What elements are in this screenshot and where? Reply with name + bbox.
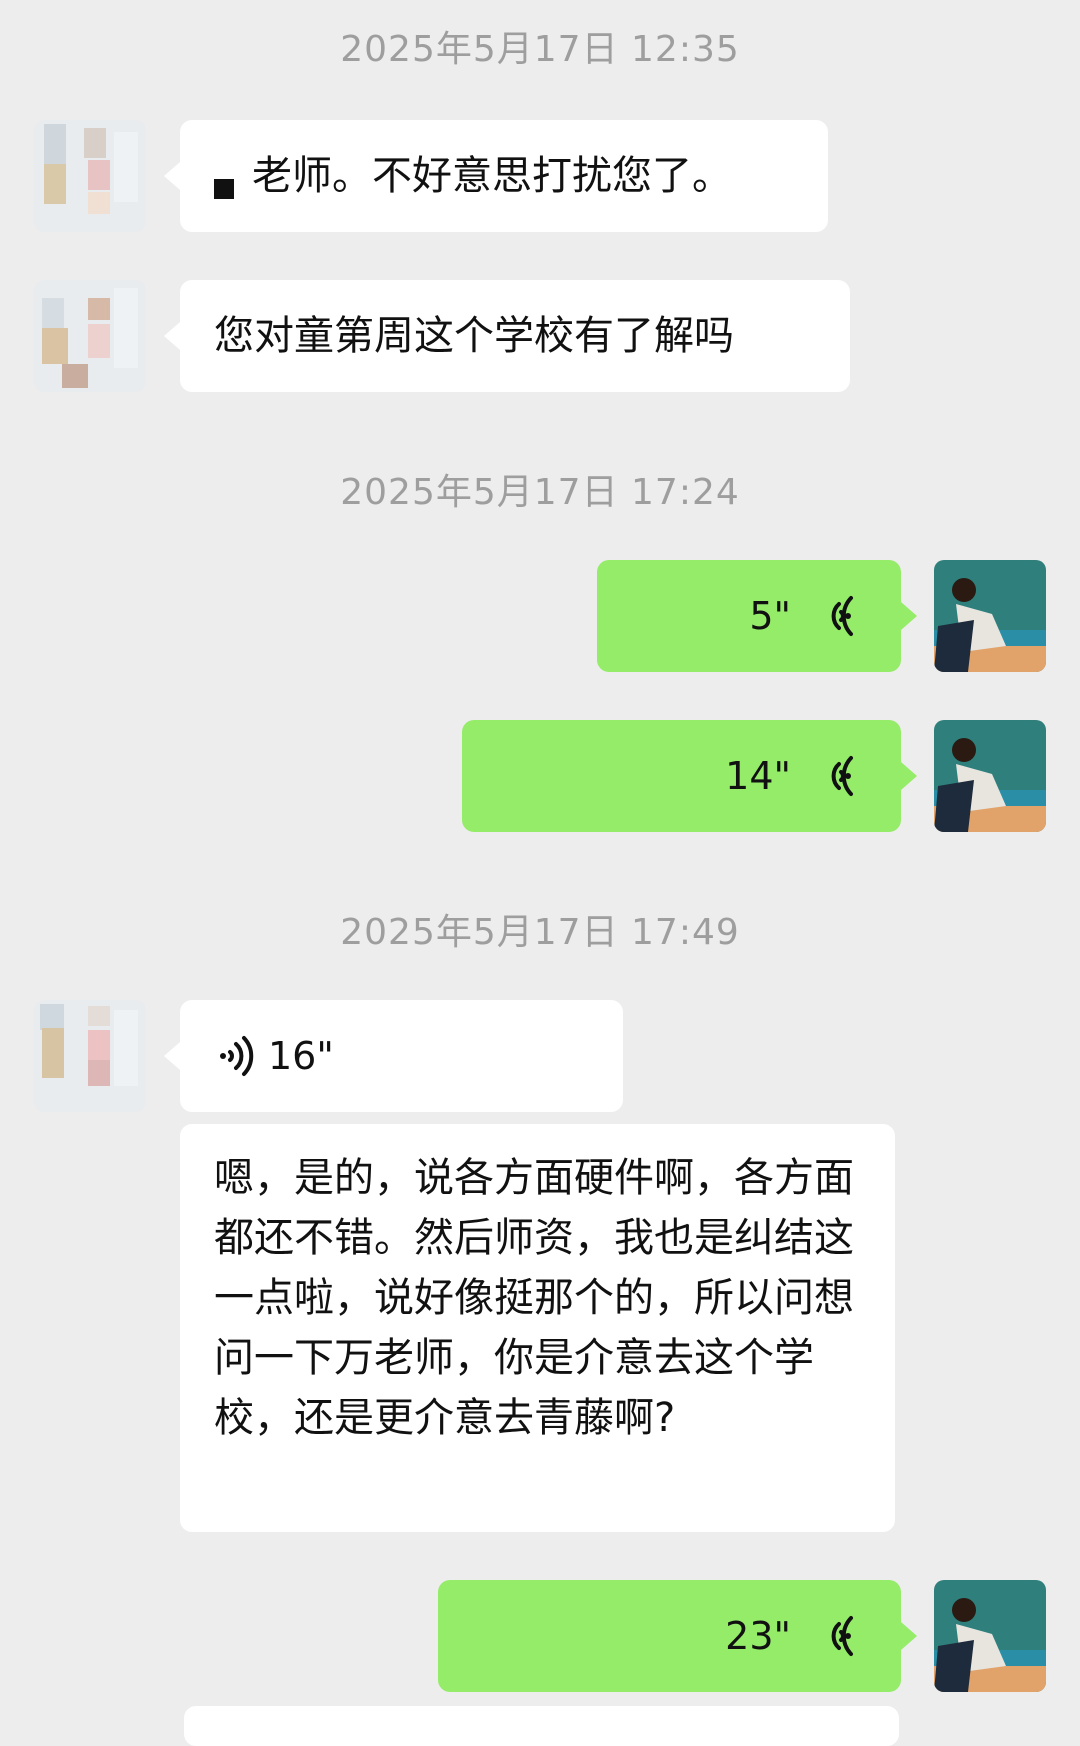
contact-avatar[interactable] [34, 280, 146, 392]
voice-message-outgoing[interactable]: 23" [438, 1580, 917, 1692]
self-avatar[interactable] [934, 560, 1046, 672]
redacted-mark [214, 179, 234, 199]
voice-wave-icon [817, 594, 857, 638]
voice-duration: 5" [749, 594, 791, 638]
voice-wave-icon [214, 1034, 254, 1078]
bubble-tail [164, 322, 180, 350]
bubble-tail [164, 162, 180, 190]
voice-wave-icon [817, 754, 857, 798]
timestamp-2: 2025年5月17日 17:24 [340, 472, 740, 513]
self-avatar[interactable] [934, 720, 1046, 832]
message-text: 老师。不好意思打扰您了。 [252, 153, 732, 199]
contact-avatar[interactable] [34, 120, 146, 232]
voice-duration: 23" [725, 1614, 791, 1658]
bubble-tail [901, 1622, 917, 1650]
bubble-tail [901, 762, 917, 790]
voice-wave-icon [817, 1614, 857, 1658]
voice-duration: 14" [725, 754, 791, 798]
message-bubble-incoming[interactable]: 您对童第周这个学校有了解吗 [164, 280, 850, 392]
contact-avatar[interactable] [34, 1000, 146, 1112]
timestamp-1: 2025年5月17日 12:35 [340, 29, 740, 70]
voice-message-outgoing[interactable]: 5" [597, 560, 917, 672]
bubble-tail [164, 1042, 180, 1070]
message-text: 您对童第周这个学校有了解吗 [214, 313, 734, 359]
voice-duration: 16" [268, 1034, 334, 1078]
message-bubble-incoming-partial[interactable] [184, 1706, 899, 1746]
voice-message-incoming[interactable]: 16" [164, 1000, 623, 1112]
message-bubble-incoming[interactable]: 嗯，是的，说各方面硬件啊，各方面都还不错。然后师资，我也是纠结这一点啦，说好像挺… [180, 1124, 895, 1532]
bubble-tail [901, 602, 917, 630]
message-bubble-incoming[interactable]: 老师。不好意思打扰您了。 [164, 120, 828, 232]
self-avatar[interactable] [934, 1580, 1046, 1692]
voice-message-outgoing[interactable]: 14" [462, 720, 917, 832]
timestamp-3: 2025年5月17日 17:49 [340, 912, 740, 953]
message-text: 嗯，是的，说各方面硬件啊，各方面都还不错。然后师资，我也是纠结这一点啦，说好像挺… [214, 1155, 854, 1441]
